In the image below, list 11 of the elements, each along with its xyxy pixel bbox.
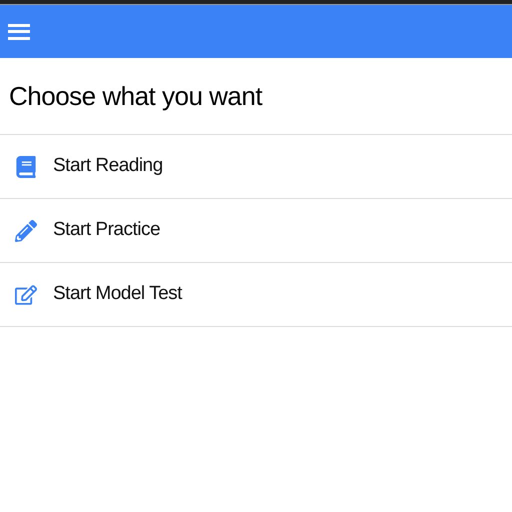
menu-item[interactable]: Start Practice	[0, 199, 512, 263]
book-icon	[15, 156, 37, 178]
menu-icon[interactable]	[8, 22, 30, 40]
menu-item[interactable]: Start Reading	[0, 135, 512, 199]
menu-item-label: Start Model Test	[53, 282, 182, 306]
page-heading: Choose what you want	[9, 80, 262, 112]
menu-item-label: Start Reading	[53, 154, 163, 178]
menu-item-label: Start Practice	[53, 218, 160, 242]
menu-item[interactable]: Start Model Test	[0, 263, 512, 327]
edit-icon	[15, 284, 37, 306]
pencil-icon	[15, 220, 37, 242]
